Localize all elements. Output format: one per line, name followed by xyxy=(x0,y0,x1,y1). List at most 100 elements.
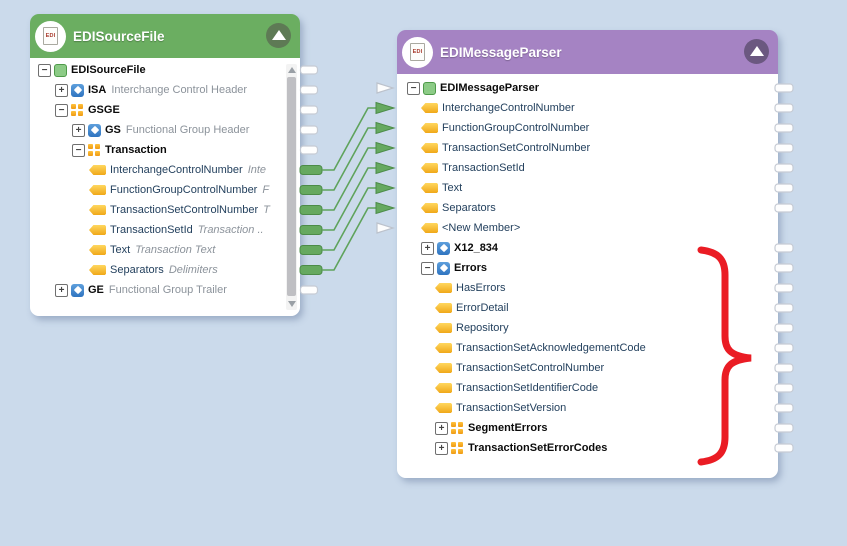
input-arrow-connected[interactable] xyxy=(375,201,396,215)
tree-item-transactionsetacknowledgementcode[interactable]: TransactionSetAcknowledgementCode xyxy=(397,338,774,358)
tree-item-transactionsetcontrolnumber[interactable]: TransactionSetControlNumber xyxy=(397,358,774,378)
tree-item-repository[interactable]: Repository xyxy=(397,318,774,338)
yellow-tag-icon xyxy=(435,323,452,333)
blue-star-icon xyxy=(437,241,450,255)
tree-item-errordetail[interactable]: ErrorDetail xyxy=(397,298,774,318)
output-port-connected[interactable] xyxy=(299,245,323,255)
tree-item-separators[interactable]: Separators xyxy=(397,198,774,218)
tree-item-transaction[interactable]: − Transaction xyxy=(30,140,284,160)
tree-item-functiongroupcontrolnumber[interactable]: FunctionGroupControlNumber F xyxy=(30,180,284,200)
output-port-connected[interactable] xyxy=(299,205,323,215)
tree-item-interchangecontrolnumber[interactable]: InterchangeControlNumber Inte xyxy=(30,160,284,180)
target-panel-header[interactable]: EDI EDIMessageParser xyxy=(397,30,778,74)
node-label: InterchangeControlNumber xyxy=(110,164,243,176)
vertical-scrollbar[interactable] xyxy=(286,64,297,310)
input-arrow-connected[interactable] xyxy=(375,121,396,135)
tree-item-edisourcefile[interactable]: − EDISourceFile xyxy=(30,60,284,80)
collapse-node-icon[interactable]: − xyxy=(407,81,420,95)
scroll-down-button[interactable] xyxy=(286,298,297,310)
tree-item-text[interactable]: Text Transaction Text xyxy=(30,240,284,260)
expand-node-icon[interactable]: + xyxy=(55,283,68,297)
input-arrow[interactable] xyxy=(376,222,396,234)
tree-item-isa[interactable]: + ISA Interchange Control Header xyxy=(30,80,284,100)
tree-item-segmenterrors[interactable]: + SegmentErrors xyxy=(397,418,774,438)
connection-line[interactable] xyxy=(322,187,376,251)
tree-item-transactionsetversion[interactable]: TransactionSetVersion xyxy=(397,398,774,418)
tree-item-errors[interactable]: − Errors xyxy=(397,258,774,278)
yellow-tag-icon xyxy=(421,163,438,173)
collapse-node-icon[interactable]: − xyxy=(421,261,434,275)
tree-item-gsge[interactable]: − GSGE xyxy=(30,100,284,120)
output-port[interactable] xyxy=(299,145,319,155)
output-port-connected[interactable] xyxy=(299,165,323,175)
input-arrow[interactable] xyxy=(376,82,396,94)
tree-item-gs[interactable]: + GS Functional Group Header xyxy=(30,120,284,140)
connection-line[interactable] xyxy=(322,147,376,211)
expand-node-icon[interactable]: + xyxy=(72,123,85,137)
output-port-connected[interactable] xyxy=(299,265,323,275)
output-port-connected[interactable] xyxy=(299,225,323,235)
edi-document-icon: EDI xyxy=(402,36,433,68)
tree-item-ge[interactable]: + GE Functional Group Trailer xyxy=(30,280,284,300)
tree-item-transactionsetid[interactable]: TransactionSetId Transaction .. xyxy=(30,220,284,240)
collapse-node-icon[interactable]: − xyxy=(72,143,85,157)
tree-item-x12-834[interactable]: + X12_834 xyxy=(397,238,774,258)
node-label: HasErrors xyxy=(456,282,506,294)
tree-item-transactionseterrorcodes[interactable]: + TransactionSetErrorCodes xyxy=(397,438,774,458)
yellow-tag-icon xyxy=(89,205,106,215)
scroll-up-button[interactable] xyxy=(286,64,297,76)
tree-item-transactionsetidentifiercode[interactable]: TransactionSetIdentifierCode xyxy=(397,378,774,398)
yellow-tag-icon xyxy=(89,245,106,255)
blue-star-icon xyxy=(88,123,101,137)
output-port[interactable] xyxy=(299,285,319,295)
input-arrow-connected[interactable] xyxy=(375,161,396,175)
tree-item-interchangecontrolnumber[interactable]: InterchangeControlNumber xyxy=(397,98,774,118)
tree-item-edimessageparser[interactable]: − EDIMessageParser xyxy=(397,78,774,98)
output-port[interactable] xyxy=(299,65,319,75)
yellow-tag-icon xyxy=(89,185,106,195)
input-arrow-connected[interactable] xyxy=(375,141,396,155)
node-label: X12_834 xyxy=(454,242,499,254)
tree-item-transactionsetcontrolnumber[interactable]: TransactionSetControlNumber T xyxy=(30,200,284,220)
input-arrow-connected[interactable] xyxy=(375,101,396,115)
output-port[interactable] xyxy=(299,125,319,135)
tree-item-transactionsetcontrolnumber[interactable]: TransactionSetControlNumber xyxy=(397,138,774,158)
target-tree: − EDIMessageParser InterchangeControlNumbe… xyxy=(397,74,778,478)
node-description: F xyxy=(262,184,270,196)
yellow-tag-icon xyxy=(421,103,438,113)
blue-star-icon xyxy=(437,261,450,275)
connection-line[interactable] xyxy=(322,107,376,171)
output-port[interactable] xyxy=(299,85,319,95)
tree-item-text[interactable]: Text xyxy=(397,178,774,198)
expand-node-icon[interactable]: + xyxy=(435,441,448,455)
triangle-up-icon xyxy=(749,45,764,56)
source-panel-title: EDISourceFile xyxy=(73,28,165,44)
yellow-tag-icon xyxy=(435,303,452,313)
collapse-button[interactable] xyxy=(744,39,769,64)
node-label: <New Member> xyxy=(442,222,521,234)
collapse-node-icon[interactable]: − xyxy=(38,63,51,77)
expand-node-icon[interactable]: + xyxy=(435,421,448,435)
tree-item-transactionsetid[interactable]: TransactionSetId xyxy=(397,158,774,178)
yellow-tag-icon xyxy=(89,165,106,175)
expand-node-icon[interactable]: + xyxy=(421,241,434,255)
node-label: Separators xyxy=(110,264,164,276)
tree-item-functiongroupcontrolnumber[interactable]: FunctionGroupControlNumber xyxy=(397,118,774,138)
collapse-button[interactable] xyxy=(266,23,291,48)
tree-item-new-member[interactable]: <New Member> xyxy=(397,218,774,238)
green-square-icon xyxy=(423,81,436,95)
connection-line[interactable] xyxy=(322,127,376,191)
collapse-node-icon[interactable]: − xyxy=(55,103,68,117)
tree-item-separators[interactable]: Separators Delimiters xyxy=(30,260,284,280)
output-port-connected[interactable] xyxy=(299,185,323,195)
input-arrow-connected[interactable] xyxy=(375,181,396,195)
tree-item-haserrors[interactable]: HasErrors xyxy=(397,278,774,298)
output-port[interactable] xyxy=(299,105,319,115)
connection-line[interactable] xyxy=(322,167,376,231)
node-label: TransactionSetControlNumber xyxy=(456,362,605,374)
node-label: TransactionSetIdentifierCode xyxy=(456,382,599,394)
source-panel-header[interactable]: EDI EDISourceFile xyxy=(30,14,300,58)
scrollbar-thumb[interactable] xyxy=(287,77,296,296)
connection-line[interactable] xyxy=(322,207,376,271)
expand-node-icon[interactable]: + xyxy=(55,83,68,97)
